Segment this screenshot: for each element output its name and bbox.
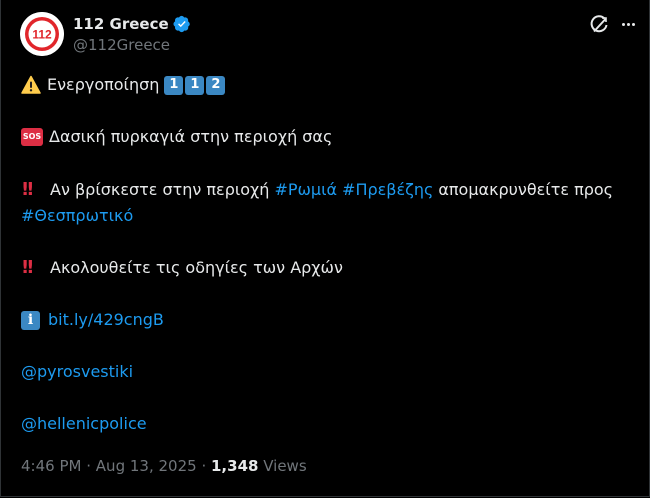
avatar-logo-text: 112 [32, 28, 52, 42]
author-name[interactable]: 112 Greece [73, 15, 169, 33]
short-link[interactable]: bit.ly/429cngB [48, 309, 164, 331]
instructions-text: Ακολουθείτε τις οδηγίες των Αρχών [50, 258, 343, 277]
double-exclamation-icon: !! [21, 179, 34, 200]
warning-icon [21, 75, 41, 95]
tweet-line-mention-1: @pyrosvestiki [21, 361, 133, 383]
more-dot [621, 22, 625, 26]
tweet-card: 112 112 Greece @112Greece Ενεργοποίηση 1… [0, 0, 650, 497]
hashtag-link[interactable]: #Πρεβέζης [342, 179, 433, 201]
keycap-1-icon: 1 [185, 75, 205, 95]
fire-alert-text: Δασική πυρκαγιά στην περιοχή σας [49, 127, 333, 146]
mention-link[interactable]: @pyrosvestiki [21, 361, 133, 383]
avatar[interactable]: 112 [20, 12, 64, 56]
author-handle[interactable]: @112Greece [73, 36, 170, 54]
views-label: Views [263, 457, 307, 475]
tweet-line-instructions: !! Ακολουθείτε τις οδηγίες των Αρχών [21, 257, 343, 279]
more-dot [626, 22, 630, 26]
grok-icon[interactable] [588, 14, 610, 36]
double-exclamation-icon: !! [21, 257, 34, 278]
views-count: 1,348 [211, 457, 259, 475]
verified-badge-icon [173, 15, 191, 33]
activation-text: Ενεργοποίηση [47, 75, 160, 94]
hashtag-link[interactable]: #Θεσπρωτικό [21, 205, 133, 227]
keycap-2-icon: 2 [206, 75, 226, 95]
sos-icon: SOS [21, 128, 43, 146]
tweet-metadata: 4:46 PM · Aug 13, 2025 · 1,348 Views [21, 457, 307, 475]
evacuate-prefix: Αν βρίσκεστε στην περιοχή [50, 180, 270, 199]
info-icon: i [21, 310, 40, 330]
evacuate-suffix: απομακρυνθείτε προς [438, 180, 614, 199]
tweet-line-evacuate: !! Αν βρίσκεστε στην περιοχή #Ρωμιά #Πρε… [21, 179, 613, 201]
tweet-line-mention-2: @hellenicpolice [21, 413, 147, 435]
mention-link[interactable]: @hellenicpolice [21, 413, 147, 435]
hashtag-link[interactable]: #Ρωμιά [274, 179, 337, 201]
tweet-line-link: i bit.ly/429cngB [21, 309, 164, 331]
tweet-line-fire: SOS Δασική πυρκαγιά στην περιοχή σας [21, 126, 332, 148]
tweet-time[interactable]: 4:46 PM [21, 457, 81, 475]
meta-separator: · [86, 457, 92, 475]
more-dot [631, 22, 635, 26]
tweet-date[interactable]: Aug 13, 2025 [96, 457, 197, 475]
tweet-line-activation: Ενεργοποίηση 1 1 2 [21, 74, 227, 96]
tweet-line-evacuate-cont: #Θεσπρωτικό [21, 205, 133, 227]
author-name-row[interactable]: 112 Greece [73, 14, 191, 34]
meta-separator: · [201, 457, 207, 475]
more-icon[interactable] [618, 13, 638, 35]
keycap-1-icon: 1 [164, 75, 184, 95]
